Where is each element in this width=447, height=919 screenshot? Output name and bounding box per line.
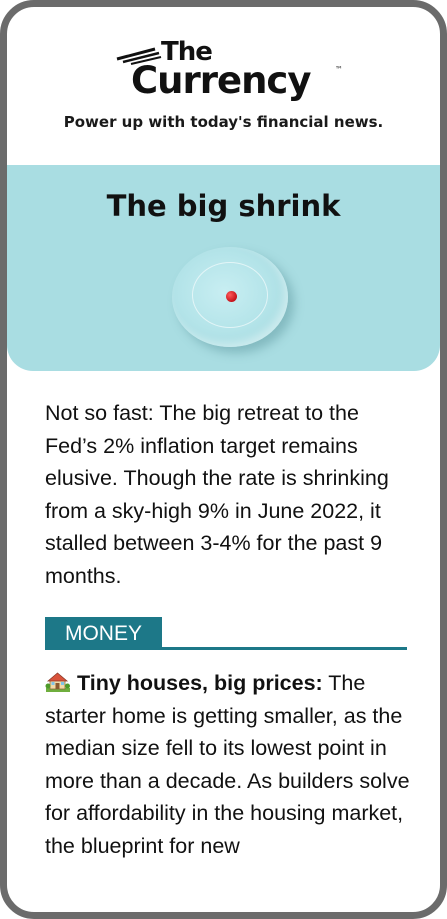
hero-title: The big shrink — [106, 189, 341, 223]
house-with-garden-icon — [45, 672, 70, 692]
cherry-image — [226, 291, 237, 302]
phone-frame: The Currency ™ Power up with today's fin… — [0, 0, 447, 919]
section-divider — [162, 647, 407, 650]
article-paragraph: Tiny houses, big prices: The starter hom… — [45, 667, 415, 862]
tagline: Power up with today's financial news. — [63, 113, 384, 131]
logo-currency-text: Currency — [131, 59, 311, 102]
logo-trademark: ™ — [335, 65, 343, 74]
article-lead: Tiny houses, big prices: — [77, 671, 323, 695]
hero-banner: The big shrink — [7, 165, 440, 371]
plate-image — [172, 247, 288, 347]
the-currency-logo[interactable]: The Currency ™ — [7, 37, 440, 103]
article-body: The starter home is getting smaller, as … — [45, 671, 410, 858]
intro-paragraph: Not so fast: The big retreat to the Fed’… — [45, 401, 389, 588]
section-label-money: MONEY — [45, 617, 162, 650]
newsletter-header: The Currency ™ Power up with today's fin… — [7, 7, 440, 165]
